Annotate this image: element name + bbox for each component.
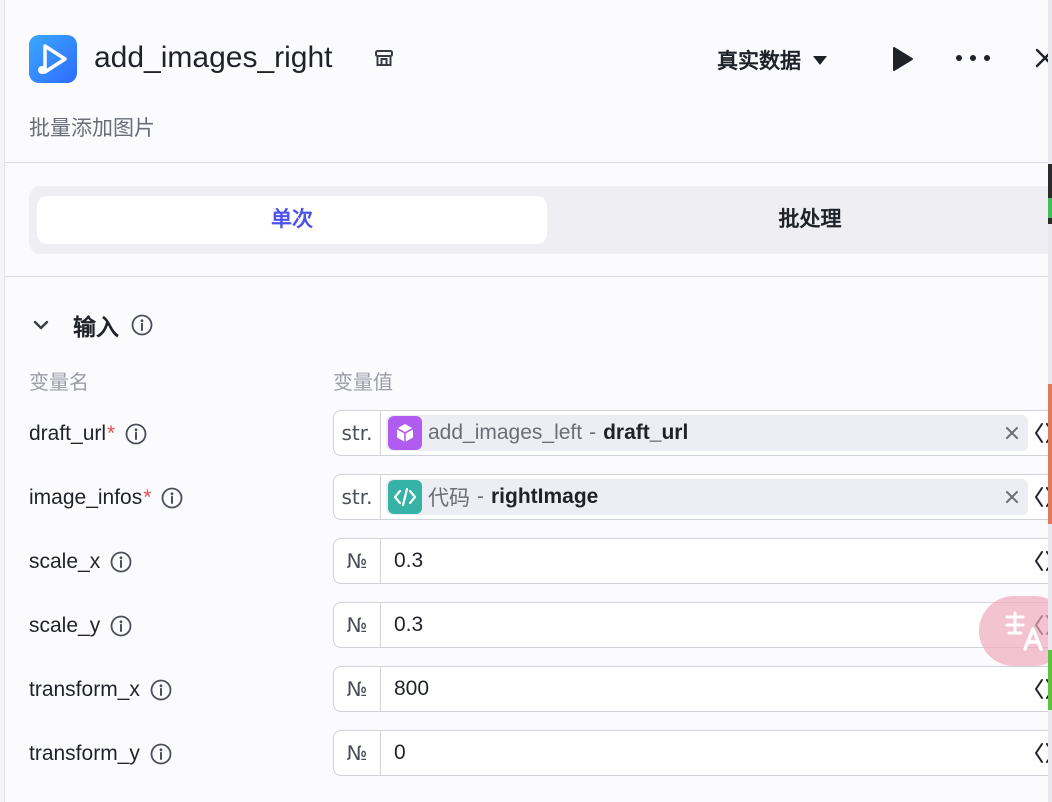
param-name: scale_y [29, 610, 132, 642]
background-strip [1048, 650, 1052, 710]
run-mode-tabs-bar: 单次 批处理 [5, 162, 1049, 277]
param-row-image-infos: image_infos * str. 代码 - rightImage [5, 474, 1049, 522]
info-icon[interactable] [131, 314, 153, 336]
variable-reference-chip[interactable]: add_images_left - draft_url [386, 415, 1028, 451]
param-value-input[interactable]: 800 [394, 667, 429, 711]
ref-separator: - [589, 421, 597, 444]
param-value-field[interactable]: № 0.3 [333, 538, 1049, 584]
param-name-text: draft_url [29, 422, 107, 445]
ref-node-name: 代码 [428, 487, 470, 510]
param-name: image_infos * [29, 482, 183, 514]
info-icon[interactable] [161, 487, 183, 509]
param-row-transform-x: transform_x № 800 [5, 666, 1049, 714]
clear-icon[interactable] [1002, 423, 1022, 443]
type-tag: № [334, 539, 381, 583]
input-section-header: 输入 [31, 308, 153, 342]
param-row-scale-y: scale_y № 0.3 [5, 602, 1049, 650]
info-icon[interactable] [150, 743, 172, 765]
ref-separator: - [477, 485, 484, 508]
tab-single[interactable]: 单次 [37, 196, 547, 244]
info-icon[interactable] [110, 551, 132, 573]
tab-batch[interactable]: 批处理 [555, 196, 1049, 244]
param-value-input[interactable]: 0 [394, 731, 406, 775]
node-title: add_images_right [94, 41, 333, 74]
column-header-name: 变量名 [29, 372, 89, 394]
expression-toggle-icon[interactable] [1033, 422, 1049, 444]
code-icon [388, 480, 422, 514]
param-name: scale_x [29, 546, 132, 578]
param-value-field[interactable]: str. add_images_left - draft_url [333, 410, 1049, 456]
param-row-scale-x: scale_x № 0.3 [5, 538, 1049, 586]
panel-header: add_images_right 真实数据 批量添加图片 [5, 0, 1049, 163]
clear-icon[interactable] [1002, 487, 1022, 507]
ref-node-name: add_images_left [428, 421, 583, 444]
close-icon[interactable] [1031, 45, 1049, 71]
type-tag: str. [334, 411, 381, 455]
expression-toggle-icon[interactable] [1033, 550, 1049, 572]
background-window-edge [1048, 0, 1052, 802]
param-name-text: transform_y [29, 742, 140, 765]
param-name: transform_y [29, 738, 172, 770]
type-tag: str. [334, 475, 381, 519]
column-header-value: 变量值 [333, 372, 393, 394]
info-icon[interactable] [125, 423, 147, 445]
data-mode-label: 真实数据 [717, 50, 801, 73]
translate-float-button[interactable] [979, 596, 1049, 666]
param-name: transform_x [29, 674, 172, 706]
run-mode-tabs: 单次 批处理 [29, 186, 1049, 254]
more-horizontal-icon[interactable] [953, 48, 993, 68]
param-name: draft_url * [29, 418, 147, 450]
param-name-text: scale_x [29, 550, 101, 573]
info-icon[interactable] [150, 679, 172, 701]
info-icon[interactable] [110, 615, 132, 637]
background-strip [1048, 198, 1052, 218]
param-name-text: image_infos [29, 486, 143, 509]
param-name-text: transform_x [29, 678, 140, 701]
translate-icon [1005, 611, 1043, 651]
type-tag: № [334, 603, 381, 647]
param-value-field[interactable]: № 800 [333, 666, 1049, 712]
store-icon[interactable] [373, 47, 395, 69]
expression-toggle-icon[interactable] [1033, 678, 1049, 700]
param-value-field[interactable]: № 0.3 [333, 602, 1049, 648]
param-value-input[interactable]: 0.3 [394, 603, 423, 647]
required-mark: * [143, 486, 152, 509]
param-row-transform-y: transform_y № 0 [5, 730, 1049, 778]
play-icon[interactable] [889, 45, 915, 73]
param-value-input[interactable]: 0.3 [394, 539, 423, 583]
caret-down-icon [813, 55, 827, 65]
param-value-field[interactable]: str. 代码 - rightImage [333, 474, 1049, 520]
param-value-field[interactable]: № 0 [333, 730, 1049, 776]
data-mode-select[interactable]: 真实数据 [717, 44, 827, 76]
play-node-icon [29, 35, 77, 83]
node-description: 批量添加图片 [29, 117, 155, 140]
cube-icon [388, 416, 422, 450]
param-row-draft-url: draft_url * str. add_images_left - draft [5, 410, 1049, 458]
param-name-text: scale_y [29, 614, 101, 637]
required-mark: * [107, 422, 116, 445]
type-tag: № [334, 667, 381, 711]
node-config-panel: add_images_right 真实数据 批量添加图片 单次 批处理 输入 变… [4, 0, 1049, 802]
expression-toggle-icon[interactable] [1033, 742, 1049, 764]
expression-toggle-icon[interactable] [1033, 486, 1049, 508]
background-strip [1048, 384, 1052, 524]
variable-reference-chip[interactable]: 代码 - rightImage [386, 479, 1028, 515]
input-section-title: 输入 [73, 314, 119, 340]
ref-variable-name: rightImage [491, 485, 599, 508]
chevron-down-icon[interactable] [31, 315, 51, 335]
type-tag: № [334, 731, 381, 775]
ref-variable-name: draft_url [603, 421, 689, 444]
